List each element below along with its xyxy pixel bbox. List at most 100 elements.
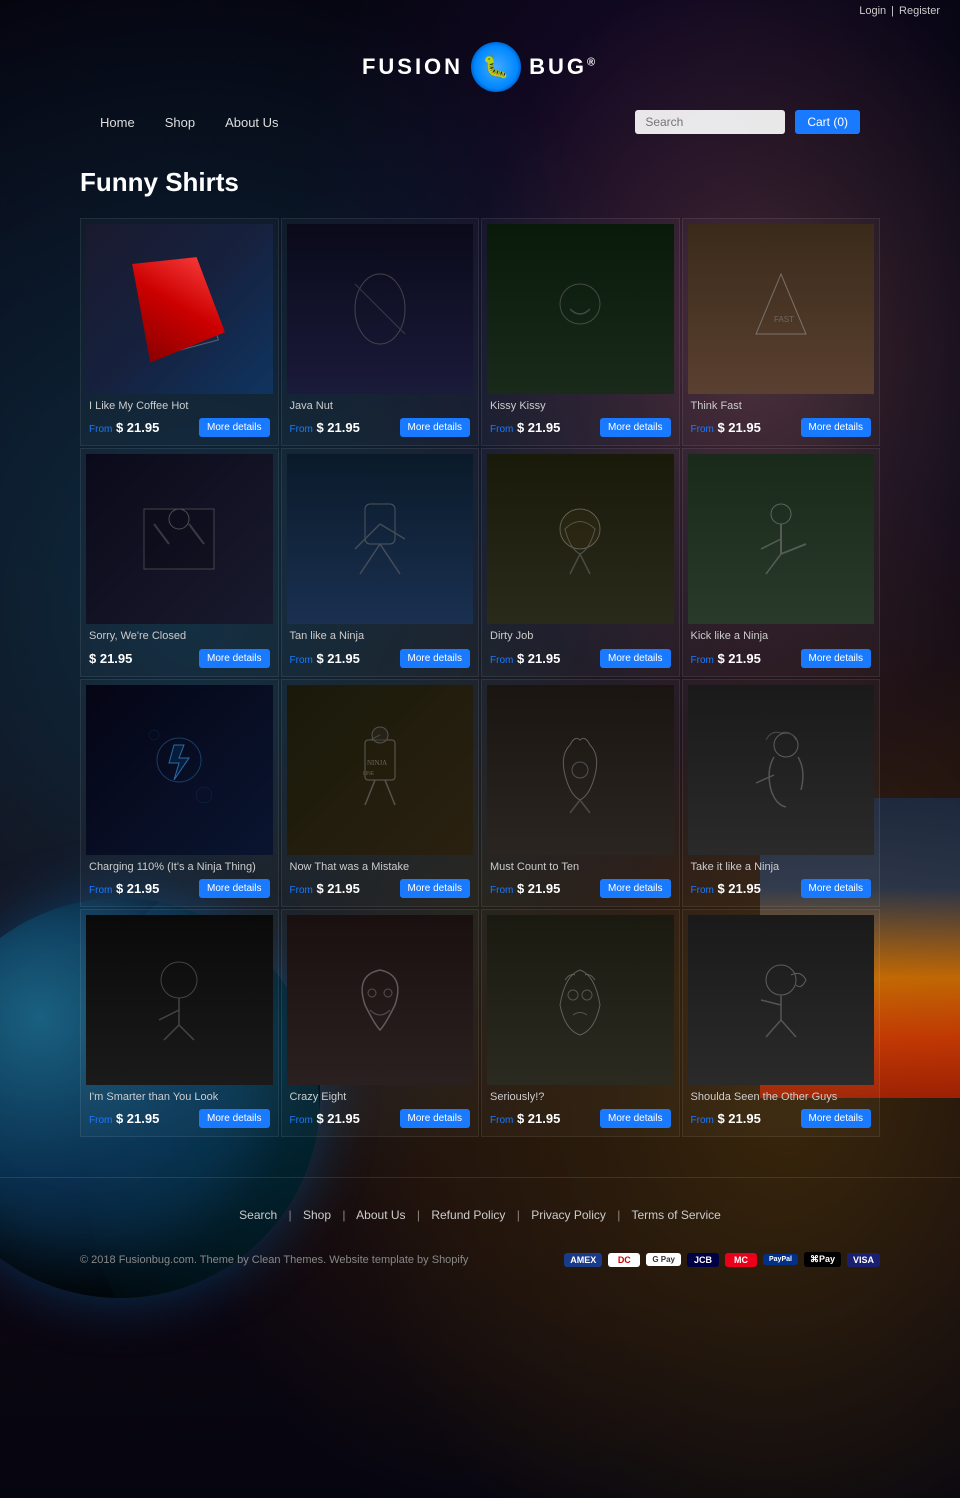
product-footer: From $ 21.95 More details — [487, 646, 674, 671]
product-footer: From $ 21.95 More details — [86, 415, 273, 440]
nav-about[interactable]: About Us — [225, 115, 278, 130]
payment-diners: DC — [608, 1253, 640, 1267]
price-from-label: From — [490, 1115, 513, 1126]
nav-shop[interactable]: Shop — [165, 115, 195, 130]
price-from-label: From — [691, 1115, 714, 1126]
product-image: FAST — [688, 224, 875, 394]
price-from-label: From — [89, 885, 112, 896]
footer-sep: | — [342, 1208, 345, 1222]
price-from-label: From — [490, 655, 513, 666]
product-footer: From $ 21.95 More details — [86, 1106, 273, 1131]
product-name: I'm Smarter than You Look — [86, 1085, 273, 1106]
footer-privacy[interactable]: Privacy Policy — [531, 1208, 606, 1222]
product-footer: From $ 21.95 More details — [287, 415, 474, 440]
product-image — [688, 685, 875, 855]
product-footer: $ 21.95 More details — [86, 646, 273, 671]
product-name: Think Fast — [688, 394, 875, 415]
product-footer: From $ 21.95 More details — [487, 876, 674, 901]
logo-area: FUSION 🐛 BUG® — [362, 32, 598, 102]
product-image — [487, 454, 674, 624]
footer-refund[interactable]: Refund Policy — [431, 1208, 505, 1222]
more-details-button[interactable]: More details — [801, 649, 871, 668]
payment-jcb: JCB — [687, 1253, 719, 1267]
more-details-button[interactable]: More details — [801, 418, 871, 437]
product-image — [688, 454, 875, 624]
register-link[interactable]: Register — [899, 5, 940, 17]
svg-text:LINE: LINE — [363, 771, 375, 777]
product-image — [287, 224, 474, 394]
price-from-label: From — [89, 424, 112, 435]
product-card: I Like My Coffee Hot From $ 21.95 More d… — [80, 218, 279, 446]
more-details-button[interactable]: More details — [600, 1109, 670, 1128]
more-details-button[interactable]: More details — [199, 879, 269, 898]
product-footer: From $ 21.95 More details — [287, 646, 474, 671]
price-from-label: From — [290, 655, 313, 666]
product-card: FAST Think Fast From $ 21.95 More detail… — [682, 218, 881, 446]
product-card: Dirty Job From $ 21.95 More details — [481, 448, 680, 676]
footer-sep: | — [417, 1208, 420, 1222]
payment-paypal: PayPal — [763, 1254, 798, 1265]
more-details-button[interactable]: More details — [400, 418, 470, 437]
more-details-button[interactable]: More details — [600, 418, 670, 437]
product-card: Java Nut From $ 21.95 More details — [281, 218, 480, 446]
product-price: From $ 21.95 — [490, 1111, 560, 1126]
main-nav: Home Shop About Us Cart (0) — [20, 102, 940, 142]
more-details-button[interactable]: More details — [199, 418, 269, 437]
cart-button[interactable]: Cart (0) — [795, 110, 860, 134]
payment-mc: MC — [725, 1253, 757, 1267]
price-from-label: From — [490, 885, 513, 896]
product-name: Kick like a Ninja — [688, 624, 875, 645]
product-footer: From $ 21.95 More details — [688, 415, 875, 440]
product-image — [86, 454, 273, 624]
footer-sep: | — [289, 1208, 292, 1222]
login-link[interactable]: Login — [859, 5, 886, 17]
product-name: Tan like a Ninja — [287, 624, 474, 645]
more-details-button[interactable]: More details — [400, 649, 470, 668]
more-details-button[interactable]: More details — [400, 879, 470, 898]
product-name: Now That was a Mistake — [287, 855, 474, 876]
search-input[interactable] — [635, 110, 785, 134]
product-price: From $ 21.95 — [89, 881, 159, 896]
product-footer: From $ 21.95 More details — [487, 1106, 674, 1131]
product-card: Charging 110% (It's a Ninja Thing) From … — [80, 679, 279, 907]
product-card: Tan like a Ninja From $ 21.95 More detai… — [281, 448, 480, 676]
product-image — [487, 685, 674, 855]
footer-bottom: © 2018 Fusionbug.com. Theme by Clean The… — [0, 1237, 960, 1282]
product-footer: From $ 21.95 More details — [287, 876, 474, 901]
footer-about[interactable]: About Us — [356, 1208, 405, 1222]
product-price: From $ 21.95 — [490, 420, 560, 435]
product-price: From $ 21.95 — [290, 881, 360, 896]
payment-gpay: G Pay — [646, 1253, 681, 1266]
footer-shop[interactable]: Shop — [303, 1208, 331, 1222]
logo-icon: 🐛 — [471, 42, 521, 92]
footer-search[interactable]: Search — [239, 1208, 277, 1222]
price-from-label: From — [290, 1115, 313, 1126]
product-image: NINJA LINE — [287, 685, 474, 855]
more-details-button[interactable]: More details — [801, 1109, 871, 1128]
more-details-button[interactable]: More details — [600, 879, 670, 898]
product-footer: From $ 21.95 More details — [688, 1106, 875, 1131]
product-name: Java Nut — [287, 394, 474, 415]
price-from-label: From — [89, 1115, 112, 1126]
product-name: Crazy Eight — [287, 1085, 474, 1106]
product-card: Crazy Eight From $ 21.95 More details — [281, 909, 480, 1137]
more-details-button[interactable]: More details — [199, 649, 269, 668]
more-details-button[interactable]: More details — [600, 649, 670, 668]
product-name: Sorry, We're Closed — [86, 624, 273, 645]
main-content: Funny Shirts I Like My Coffee Hot From $… — [0, 147, 960, 1157]
top-bar: Login | Register — [0, 0, 960, 22]
nav-home[interactable]: Home — [100, 115, 135, 130]
footer-sep: | — [517, 1208, 520, 1222]
svg-text:NINJA: NINJA — [367, 759, 387, 767]
product-image — [688, 915, 875, 1085]
price-from-label: From — [691, 885, 714, 896]
product-image — [287, 915, 474, 1085]
more-details-button[interactable]: More details — [199, 1109, 269, 1128]
payment-visa: VISA — [847, 1253, 880, 1267]
nav-right: Cart (0) — [635, 110, 860, 134]
footer-terms[interactable]: Terms of Service — [631, 1208, 720, 1222]
product-name: Kissy Kissy — [487, 394, 674, 415]
more-details-button[interactable]: More details — [400, 1109, 470, 1128]
footer-sep: | — [617, 1208, 620, 1222]
more-details-button[interactable]: More details — [801, 879, 871, 898]
